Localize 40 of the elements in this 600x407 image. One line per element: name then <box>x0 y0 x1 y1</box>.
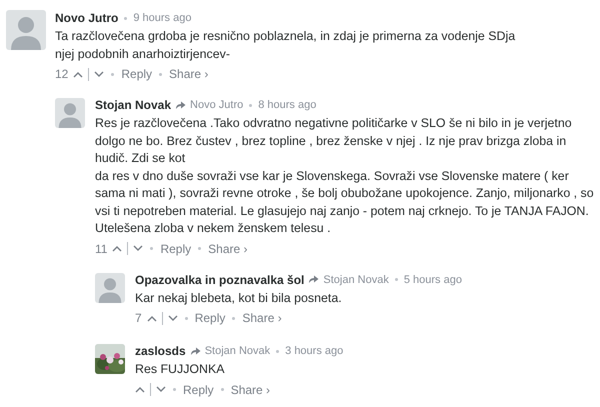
upvote-icon[interactable] <box>146 314 157 322</box>
author-name[interactable]: zaslosds <box>135 344 186 358</box>
vote-count: 7 <box>135 311 142 325</box>
downvote-icon[interactable] <box>94 70 104 78</box>
vote-count: 11 <box>95 242 108 256</box>
avatar-icon <box>95 272 125 302</box>
reply-to-name[interactable]: Stojan Novak <box>323 274 389 286</box>
timestamp[interactable]: 5 hours ago <box>404 274 462 286</box>
reply-to-name[interactable]: Novo Jutro <box>190 99 244 111</box>
upvote-icon[interactable] <box>73 70 84 78</box>
comment-text: Ta razčlovečena grdoba je resnično poblaznela, in zdaj je primerna za vodenje SDja njej podobnih anarhoiztirjencev- <box>55 28 516 63</box>
reply-link[interactable]: Reply <box>183 382 214 396</box>
downvote-icon[interactable] <box>168 314 178 322</box>
share-link[interactable]: Share › <box>169 67 208 81</box>
reply-link[interactable]: Reply <box>160 242 192 256</box>
comment-text: Res je razčlovečena .Tako odvratno negativne političarke v SLO še ni bilo in je verjetno dolgo ne bo. Brez čustev , brez topline , brez ženske v njej . Iz nje prav brizga zloba in hudič. Zdi se kot da res v dno duše sovraži vse kar je Slovenskega. Sovraži vse Slovenske matere ( ker sama ni mati ), sovraži revne otroke , še bolj obubožane upokojence. Zanjo, miljonarko , so vsi ti nepotreben material. Le glasujejo naj zanjo - potem naj crknejo. To je TANJA FAJON. Utelešena zloba v nekem ženskem telesu . <box>95 115 595 237</box>
reply-to-name[interactable]: Stojan Novak <box>204 345 270 357</box>
author-name[interactable]: Stojan Novak <box>95 98 172 112</box>
reply-arrow-icon <box>175 100 186 110</box>
vote-count: 12 <box>55 67 68 81</box>
share-link[interactable]: Share › <box>242 311 282 325</box>
share-link[interactable]: Share › <box>208 242 248 256</box>
timestamp[interactable]: 9 hours ago <box>133 12 192 24</box>
reply-link[interactable]: Reply <box>121 67 152 81</box>
author-name[interactable]: Opazovalka in poznavalka šol <box>135 272 304 286</box>
timestamp[interactable]: 3 hours ago <box>285 345 344 357</box>
timestamp[interactable]: 8 hours ago <box>258 99 316 111</box>
share-link[interactable]: Share › <box>230 382 270 396</box>
comment-text: Res FUJJONKA <box>135 361 226 378</box>
upvote-icon[interactable] <box>112 245 122 252</box>
author-name[interactable]: Novo Jutro <box>55 11 118 25</box>
reply-link[interactable]: Reply <box>194 311 226 325</box>
comment-text: Kar nekaj blebeta, kot bi bila posneta. <box>135 290 343 307</box>
reply-arrow-icon <box>308 275 320 284</box>
upvote-icon[interactable] <box>135 386 145 393</box>
avatar-icon <box>55 98 85 128</box>
reply-arrow-icon <box>190 346 201 356</box>
avatar-icon <box>6 10 46 50</box>
downvote-icon[interactable] <box>156 386 166 393</box>
downvote-icon[interactable] <box>133 245 144 252</box>
